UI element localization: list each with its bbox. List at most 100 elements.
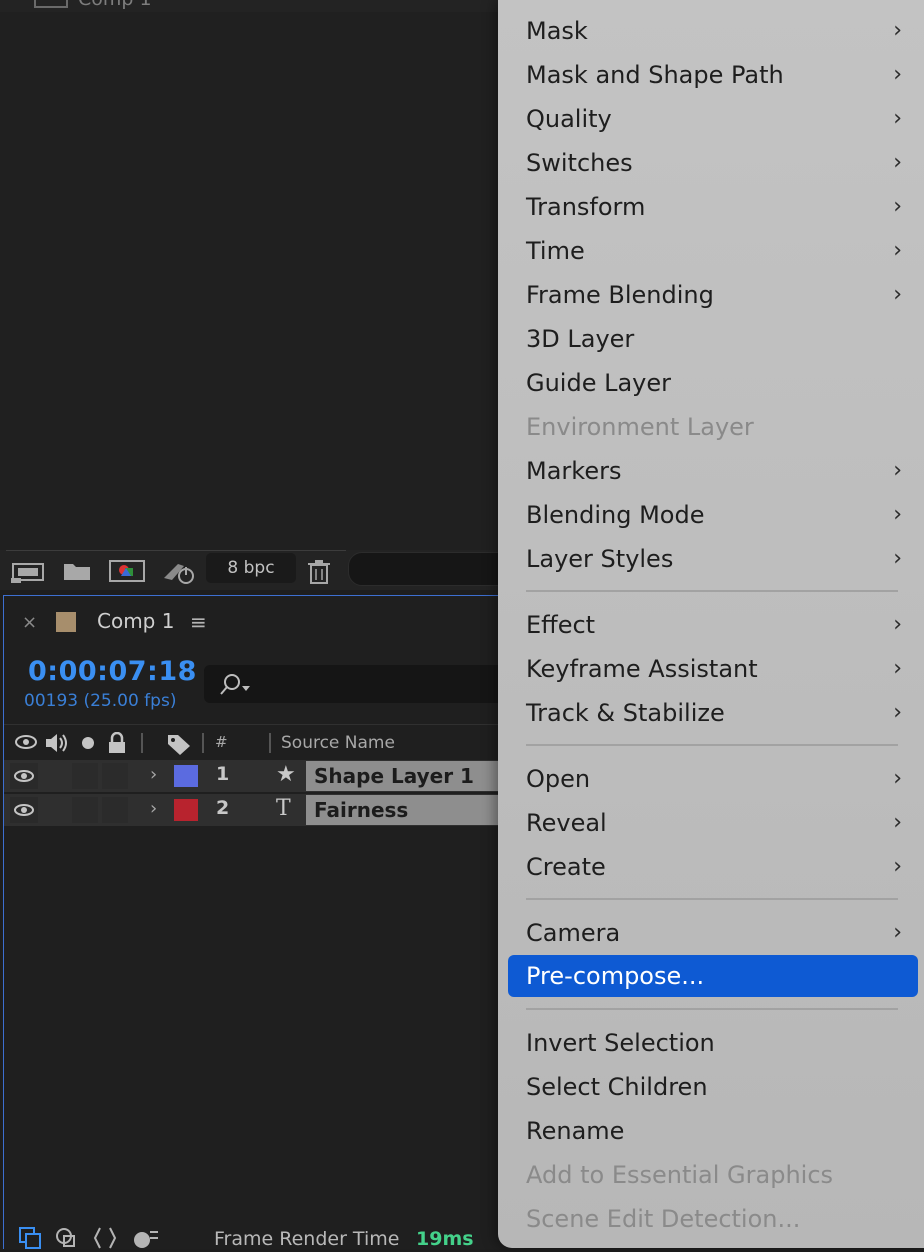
frame-count-display: 00193 (25.00 fps) bbox=[24, 691, 177, 711]
menu-item-scene-edit-detection: Scene Edit Detection... bbox=[508, 1200, 918, 1238]
layer-solo-switch[interactable] bbox=[72, 763, 98, 789]
chevron-right-icon: › bbox=[893, 18, 902, 43]
menu-item-3d-layer[interactable]: 3D Layer bbox=[508, 320, 918, 358]
menu-item-label: Reveal bbox=[526, 809, 607, 837]
close-tab-icon[interactable]: × bbox=[22, 612, 37, 633]
timeline-panel: × Comp 1 ≡ 0:00:07:18 00193 (25.00 fps) bbox=[3, 595, 526, 1250]
menu-item-markers[interactable]: Markers › bbox=[508, 452, 918, 490]
menu-item-label: Layer Styles bbox=[526, 545, 674, 573]
menu-item-mask-and-shape-path[interactable]: Mask and Shape Path › bbox=[508, 56, 918, 94]
chevron-right-icon: › bbox=[893, 282, 902, 307]
layer-solo-switch[interactable] bbox=[72, 797, 98, 823]
menu-item-switches[interactable]: Switches › bbox=[508, 144, 918, 182]
search-icon bbox=[220, 674, 250, 695]
layer-number: 2 bbox=[216, 797, 230, 819]
new-folder-icon[interactable] bbox=[62, 558, 92, 584]
menu-item-invert-selection[interactable]: Invert Selection bbox=[508, 1024, 918, 1062]
column-divider[interactable] bbox=[202, 733, 204, 753]
solo-icon[interactable] bbox=[78, 732, 98, 752]
timeline-tab[interactable]: × Comp 1 ≡ bbox=[4, 596, 524, 650]
label-tag-icon[interactable] bbox=[166, 732, 192, 756]
panel-menu-icon[interactable]: ≡ bbox=[190, 610, 207, 634]
layer-name[interactable]: Shape Layer 1 bbox=[306, 761, 526, 791]
layer-lock-switch[interactable] bbox=[102, 763, 128, 789]
menu-item-create[interactable]: Create › bbox=[508, 848, 918, 886]
menu-item-label: Invert Selection bbox=[526, 1029, 715, 1057]
layer-lock-switch[interactable] bbox=[102, 797, 128, 823]
motion-blur-icon[interactable] bbox=[130, 1226, 160, 1250]
in-out-controls-icon[interactable] bbox=[92, 1226, 118, 1250]
chevron-right-icon: › bbox=[893, 700, 902, 725]
eye-icon[interactable] bbox=[14, 732, 38, 752]
menu-item-effect[interactable]: Effect › bbox=[508, 606, 918, 644]
menu-item-rename[interactable]: Rename bbox=[508, 1112, 918, 1150]
project-item-list[interactable] bbox=[0, 12, 500, 550]
menu-item-label: Mask bbox=[526, 17, 588, 45]
chevron-right-icon: › bbox=[893, 150, 902, 175]
menu-item-select-children[interactable]: Select Children bbox=[508, 1068, 918, 1106]
menu-item-keyframe-assistant[interactable]: Keyframe Assistant › bbox=[508, 650, 918, 688]
menu-item-time[interactable]: Time › bbox=[508, 232, 918, 270]
menu-item-label: Create bbox=[526, 853, 606, 881]
layer-row[interactable]: › 1 ★ Shape Layer 1 bbox=[4, 760, 526, 792]
menu-item-camera[interactable]: Camera › bbox=[508, 914, 918, 952]
menu-item-mask[interactable]: Mask › bbox=[508, 12, 918, 50]
horizontal-scrollbar[interactable] bbox=[348, 552, 520, 586]
layer-number: 1 bbox=[216, 763, 230, 785]
trash-icon[interactable] bbox=[306, 558, 332, 584]
menu-item-label: Effect bbox=[526, 611, 596, 639]
layer-row[interactable]: › 2 T Fairness bbox=[4, 794, 526, 826]
menu-item-label: Blending Mode bbox=[526, 501, 705, 529]
layer-visibility-toggle[interactable] bbox=[10, 797, 38, 823]
chevron-right-icon[interactable]: › bbox=[150, 798, 157, 819]
menu-item-frame-blending[interactable]: Frame Blending › bbox=[508, 276, 918, 314]
column-divider[interactable] bbox=[269, 733, 271, 753]
project-settings-icon[interactable] bbox=[162, 558, 198, 584]
menu-item-reveal[interactable]: Reveal › bbox=[508, 804, 918, 842]
menu-item-quality[interactable]: Quality › bbox=[508, 100, 918, 138]
chevron-right-icon[interactable]: › bbox=[150, 764, 157, 785]
menu-item-label: Quality bbox=[526, 105, 612, 133]
chevron-right-icon: › bbox=[893, 62, 902, 87]
layer-label-color[interactable] bbox=[174, 765, 198, 787]
menu-item-pre-compose[interactable]: Pre-compose... bbox=[508, 955, 918, 997]
menu-item-guide-layer[interactable]: Guide Layer bbox=[508, 364, 918, 402]
eye-icon bbox=[14, 770, 34, 782]
lock-icon[interactable] bbox=[106, 732, 128, 754]
layer-search-input[interactable] bbox=[204, 665, 524, 703]
chevron-right-icon: › bbox=[893, 502, 902, 527]
project-item-label[interactable]: Comp 1 bbox=[78, 0, 152, 10]
menu-item-layer-styles[interactable]: Layer Styles › bbox=[508, 540, 918, 578]
layer-switches-icon[interactable] bbox=[18, 1226, 44, 1250]
menu-item-open[interactable]: Open › bbox=[508, 760, 918, 798]
chevron-right-icon: › bbox=[893, 106, 902, 131]
menu-item-track-and-stabilize[interactable]: Track & Stabilize › bbox=[508, 694, 918, 732]
frame-render-time-label: Frame Render Time bbox=[214, 1228, 400, 1250]
layer-visibility-toggle[interactable] bbox=[10, 763, 38, 789]
layer-label-color[interactable] bbox=[174, 799, 198, 821]
layer-number-column-header[interactable]: # bbox=[215, 733, 228, 751]
interpret-footage-icon[interactable] bbox=[10, 558, 46, 584]
timeline-tab-title[interactable]: Comp 1 bbox=[97, 609, 174, 633]
menu-item-label: Scene Edit Detection... bbox=[526, 1205, 801, 1233]
layer-name[interactable]: Fairness bbox=[306, 795, 526, 825]
column-divider[interactable] bbox=[141, 733, 143, 753]
chevron-right-icon: › bbox=[893, 612, 902, 637]
menu-item-label: Add to Essential Graphics bbox=[526, 1161, 834, 1189]
chevron-right-icon: › bbox=[893, 656, 902, 681]
text-layer-icon: T bbox=[276, 796, 291, 821]
menu-item-transform[interactable]: Transform › bbox=[508, 188, 918, 226]
layer-column-header: # Source Name bbox=[4, 724, 524, 759]
chevron-right-icon: › bbox=[893, 546, 902, 571]
transfer-controls-icon[interactable] bbox=[54, 1226, 80, 1250]
menu-item-label: Pre-compose... bbox=[526, 962, 705, 990]
menu-item-blending-mode[interactable]: Blending Mode › bbox=[508, 496, 918, 534]
menu-item-add-to-essential-graphics: Add to Essential Graphics bbox=[508, 1156, 918, 1194]
bit-depth-button[interactable]: 8 bpc bbox=[206, 553, 296, 583]
chevron-right-icon: › bbox=[893, 854, 902, 879]
menu-item-label: Select Children bbox=[526, 1073, 708, 1101]
audio-icon[interactable] bbox=[44, 732, 70, 754]
current-time-display[interactable]: 0:00:07:18 bbox=[28, 656, 197, 687]
new-composition-icon[interactable] bbox=[108, 558, 146, 584]
source-name-column-header[interactable]: Source Name bbox=[281, 733, 395, 753]
